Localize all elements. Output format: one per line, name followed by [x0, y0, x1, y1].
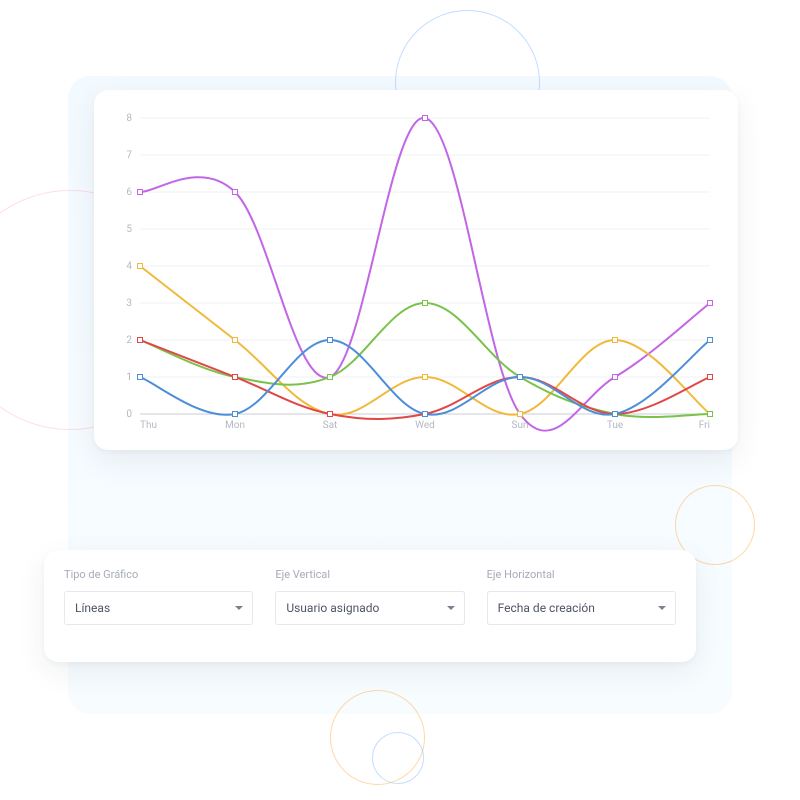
- series-blue-marker: [613, 412, 618, 417]
- y-tick-label: 8: [126, 113, 132, 124]
- x-tick-label: Tue: [607, 420, 623, 431]
- series-purple-marker: [708, 301, 713, 306]
- series-red-marker: [233, 375, 238, 380]
- chevron-down-icon: [658, 606, 666, 610]
- series-yellow-marker: [613, 338, 618, 343]
- series-blue-marker: [138, 375, 143, 380]
- series-blue-marker: [233, 412, 238, 417]
- series-purple-marker: [423, 116, 428, 121]
- decorative-circle: [372, 732, 424, 784]
- series-yellow-marker: [233, 338, 238, 343]
- y-tick-label: 6: [126, 187, 132, 198]
- chart-type-select[interactable]: Líneas: [64, 591, 253, 625]
- series-purple-marker: [233, 190, 238, 195]
- series-purple-marker: [613, 375, 618, 380]
- y-tick-label: 0: [126, 409, 132, 420]
- series-blue-marker: [708, 338, 713, 343]
- line-chart: 012345678ThuMonSatWedSunTueFri: [116, 112, 716, 436]
- chart-type-value: Líneas: [75, 601, 110, 615]
- chevron-down-icon: [235, 606, 243, 610]
- y-axis-value: Usuario asignado: [286, 601, 379, 615]
- series-red-marker: [138, 338, 143, 343]
- y-tick-label: 4: [126, 261, 132, 272]
- y-tick-label: 1: [126, 372, 132, 383]
- series-green-marker: [328, 375, 333, 380]
- series-green-marker: [423, 301, 428, 306]
- series-yellow-marker: [518, 412, 523, 417]
- control-chart-type: Tipo de Gráfico Líneas: [64, 568, 253, 644]
- chart-card: 012345678ThuMonSatWedSunTueFri: [94, 90, 738, 450]
- series-purple-marker: [138, 190, 143, 195]
- control-x-axis: Eje Horizontal Fecha de creación: [487, 568, 676, 644]
- x-axis-value: Fecha de creación: [498, 601, 595, 615]
- x-axis-label: Eje Horizontal: [487, 568, 676, 581]
- y-axis-select[interactable]: Usuario asignado: [275, 591, 464, 625]
- series-red-marker: [328, 412, 333, 417]
- series-blue-marker: [328, 338, 333, 343]
- x-tick-label: Wed: [415, 420, 435, 431]
- series-green: [140, 303, 710, 417]
- controls-card: Tipo de Gráfico Líneas Eje Vertical Usua…: [44, 550, 696, 662]
- series-purple: [140, 118, 710, 431]
- x-axis-select[interactable]: Fecha de creación: [487, 591, 676, 625]
- series-blue-marker: [423, 412, 428, 417]
- x-tick-label: Sat: [323, 420, 338, 431]
- series-yellow-marker: [423, 375, 428, 380]
- series-green-marker: [708, 412, 713, 417]
- series-blue-marker: [518, 375, 523, 380]
- control-y-axis: Eje Vertical Usuario asignado: [275, 568, 464, 644]
- y-tick-label: 5: [126, 224, 132, 235]
- x-tick-label: Thu: [140, 420, 157, 431]
- x-tick-label: Mon: [225, 420, 245, 431]
- y-tick-label: 2: [126, 335, 132, 346]
- series-yellow-marker: [138, 264, 143, 269]
- y-axis-label: Eje Vertical: [275, 568, 464, 581]
- chevron-down-icon: [447, 606, 455, 610]
- x-tick-label: Fri: [699, 420, 710, 431]
- y-tick-label: 7: [126, 150, 132, 161]
- y-tick-label: 3: [126, 298, 132, 309]
- series-red-marker: [708, 375, 713, 380]
- chart-type-label: Tipo de Gráfico: [64, 568, 253, 581]
